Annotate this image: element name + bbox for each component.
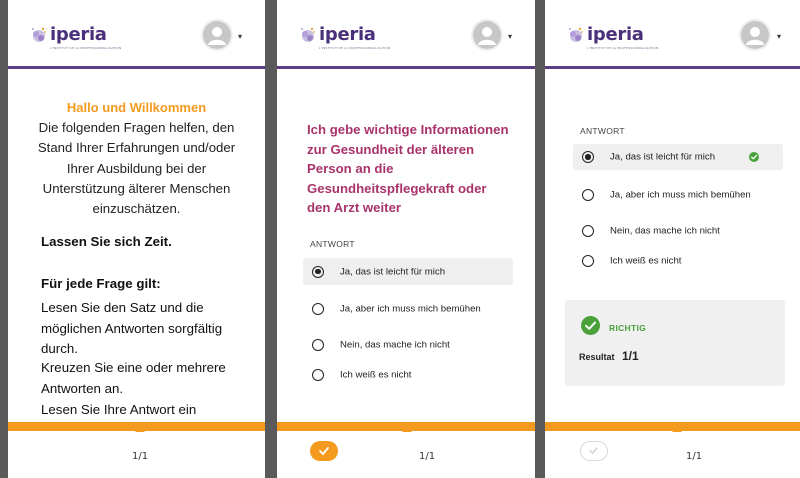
answer-label: ANTWORT — [580, 126, 625, 136]
take-time-heading: Lassen Sie sich Zeit. — [41, 234, 172, 249]
answer-option[interactable]: Ja, aber ich muss mich bemühen — [573, 178, 783, 212]
user-icon — [208, 27, 226, 45]
user-avatar[interactable] — [741, 21, 769, 49]
radio-selected[interactable] — [312, 265, 324, 278]
footer: 1/1 — [8, 427, 265, 478]
check-circle-icon — [581, 316, 600, 335]
header-divider — [545, 66, 800, 69]
check-icon — [589, 447, 598, 454]
option-label: Ja, aber ich muss mich bemühen — [340, 303, 481, 315]
user-icon — [746, 27, 764, 45]
radio[interactable] — [312, 339, 324, 351]
answer-option[interactable]: Ich weiß es nicht — [573, 249, 783, 273]
correct-check-icon — [749, 152, 759, 162]
option-label: Ich weiß es nicht — [340, 369, 412, 381]
question-panel: iperia L'INSTITUT DE LA PROFESSIONNALISA… — [277, 0, 535, 478]
chevron-down-icon[interactable]: ▾ — [777, 32, 781, 41]
answer-option[interactable]: Ja, aber ich muss mich bemühen — [303, 292, 513, 326]
logo-flower-icon — [301, 27, 315, 42]
app-header: iperia L'INSTITUT DE LA PROFESSIONNALISA… — [545, 0, 800, 66]
validate-button[interactable] — [580, 441, 608, 461]
answer-option[interactable]: Ja, das ist leicht für mich — [303, 258, 513, 285]
result-label: Resultat — [579, 352, 615, 362]
result-panel: iperia L'INSTITUT DE LA PROFESSIONNALISA… — [545, 0, 800, 478]
chevron-down-icon[interactable]: ▾ — [508, 32, 512, 41]
logo-wordmark: iperia — [50, 24, 107, 45]
option-label: Ja, das ist leicht für mich — [340, 266, 446, 277]
footer: 1/1 — [277, 427, 535, 478]
logo-tagline: L'INSTITUT DE LA PROFESSIONNALISATION — [319, 46, 391, 50]
logo-wordmark: iperia — [319, 24, 376, 45]
answer-option[interactable]: Ich weiß es nicht — [303, 363, 513, 387]
instruction-read: Lesen Sie den Satz und die möglichen Ant… — [41, 300, 223, 356]
user-icon — [478, 27, 496, 45]
page-indicator: 1/1 — [132, 451, 149, 462]
validate-button[interactable] — [310, 441, 338, 461]
app-header: iperia L'INSTITUT DE LA PROFESSIONNALISA… — [8, 0, 265, 66]
option-label: Ich weiß es nicht — [610, 255, 682, 267]
header-divider — [277, 66, 535, 69]
result-status: RICHTIG — [609, 323, 647, 333]
option-label: Ja, das ist leicht für mich — [610, 151, 716, 163]
option-label: Ja, aber ich muss mich bemühen — [610, 189, 751, 201]
result-score: 1/1 — [622, 349, 639, 363]
welcome-text: Die folgenden Fragen helfen, den Stand I… — [37, 120, 236, 217]
radio[interactable] — [312, 303, 324, 315]
option-label: Nein, das mache ich nicht — [340, 339, 450, 351]
radio[interactable] — [582, 189, 594, 201]
logo-tagline: L'INSTITUT DE LA PROFESSIONNALISATION — [587, 46, 659, 50]
answer-option[interactable]: Ja, das ist leicht für mich — [573, 144, 783, 170]
footer: 1/1 — [545, 427, 800, 478]
header-divider — [8, 66, 265, 69]
app-header: iperia L'INSTITUT DE LA PROFESSIONNALISA… — [277, 0, 535, 66]
logo-wordmark: iperia — [587, 24, 644, 45]
page-indicator: 1/1 — [686, 451, 703, 462]
instruction-reread: Lesen Sie Ihre Antwort ein — [41, 402, 197, 417]
chevron-down-icon[interactable]: ▾ — [238, 32, 242, 41]
check-icon — [319, 447, 329, 455]
logo-flower-icon — [569, 27, 583, 42]
answer-label: ANTWORT — [310, 239, 355, 249]
question-text: Ich gebe wichtige Informationen zur Gesu… — [307, 122, 509, 215]
progress-marker-icon — [672, 427, 682, 432]
radio[interactable] — [582, 225, 594, 237]
intro-panel: iperia L'INSTITUT DE LA PROFESSIONNALISA… — [8, 0, 265, 478]
answer-option[interactable]: Nein, das mache ich nicht — [303, 333, 513, 357]
result-card: RICHTIG Resultat 1/1 — [565, 300, 785, 386]
rule-heading: Für jede Frage gilt: — [41, 276, 161, 291]
logo-flower-icon — [32, 27, 46, 42]
user-avatar[interactable] — [473, 21, 501, 49]
welcome-title: Hallo und Willkommen — [66, 100, 207, 115]
radio[interactable] — [312, 369, 324, 381]
instruction-mark: Kreuzen Sie eine oder mehrere Antworten … — [41, 360, 226, 396]
answer-option[interactable]: Nein, das mache ich nicht — [573, 219, 783, 243]
radio-selected[interactable] — [582, 151, 594, 163]
radio[interactable] — [582, 255, 594, 267]
progress-marker-icon — [402, 427, 412, 432]
user-avatar[interactable] — [203, 21, 231, 49]
progress-marker-icon — [135, 427, 145, 432]
page-indicator: 1/1 — [419, 451, 436, 462]
logo-tagline: L'INSTITUT DE LA PROFESSIONNALISATION — [50, 46, 122, 50]
option-label: Nein, das mache ich nicht — [610, 225, 720, 237]
